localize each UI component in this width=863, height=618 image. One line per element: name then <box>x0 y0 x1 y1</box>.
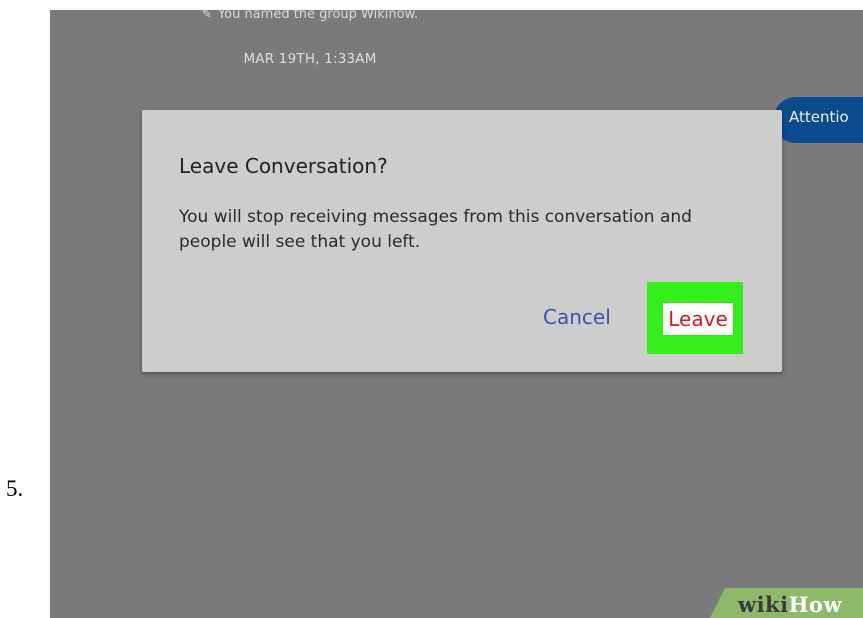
dialog-message: You will stop receiving messages from th… <box>179 207 692 252</box>
system-message: ✎ You named the group Wikinow. <box>50 10 570 22</box>
message-bubble[interactable]: Attentio <box>773 97 863 143</box>
leave-button-highlight: Leave <box>647 282 743 354</box>
step-number: 5. <box>6 476 24 501</box>
message-timestamp: MAR 19TH, 1:33AM <box>243 51 377 67</box>
pencil-icon: ✎ <box>201 10 212 21</box>
dialog-title: Leave Conversation? <box>179 154 388 178</box>
watermark-how: How <box>788 592 843 617</box>
wikihow-watermark: wikiHow <box>738 592 842 617</box>
leave-conversation-dialog: Leave Conversation? You will stop receiv… <box>142 110 782 372</box>
cancel-button[interactable]: Cancel <box>543 305 611 329</box>
watermark-wiki: wiki <box>738 592 789 617</box>
message-bubble-text: Attentio <box>789 108 849 126</box>
leave-button[interactable]: Leave <box>663 303 733 335</box>
system-message-text: You named the group Wikinow. <box>217 10 419 22</box>
chat-screen: ✎ You named the group Wikinow. MAR 19TH, … <box>50 10 863 618</box>
